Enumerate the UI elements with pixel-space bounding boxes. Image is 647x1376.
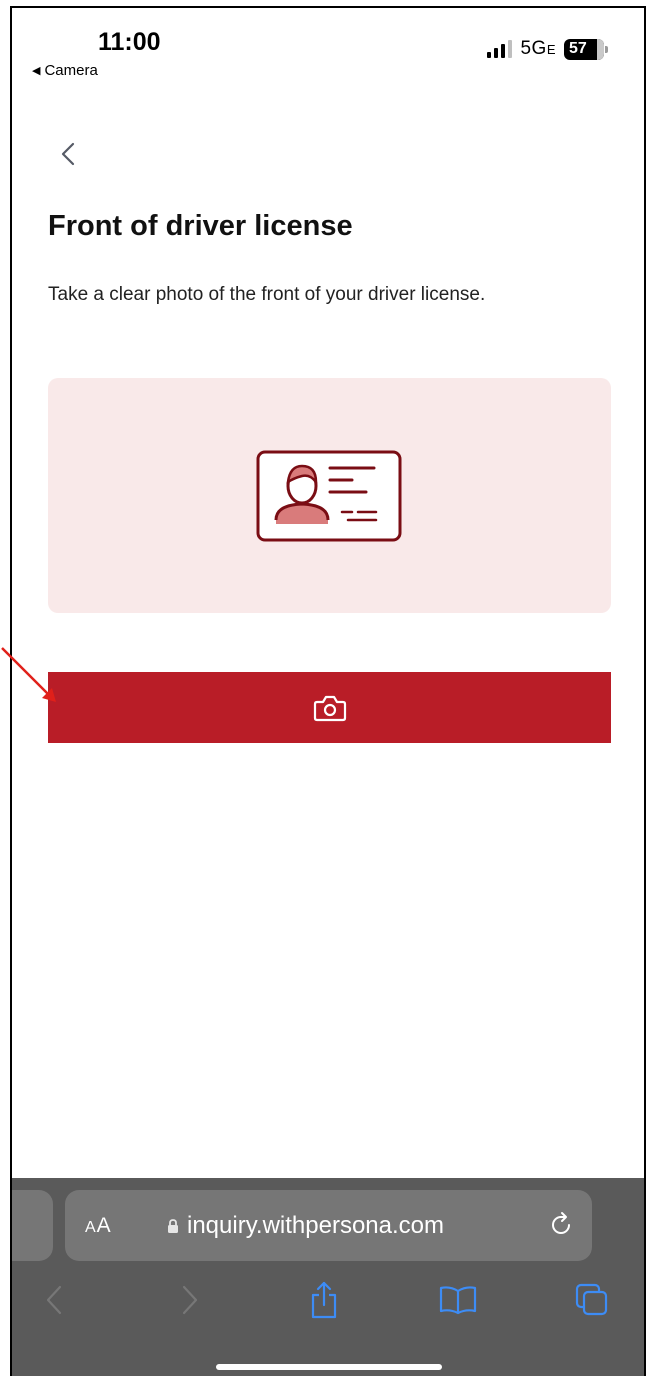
address-bar[interactable]: AA inquiry.withpersona.com: [65, 1190, 592, 1261]
browser-back-button[interactable]: [34, 1278, 74, 1322]
share-button[interactable]: [304, 1278, 344, 1322]
share-icon: [311, 1281, 337, 1319]
reload-icon[interactable]: [546, 1210, 576, 1240]
url-text: inquiry.withpersona.com: [187, 1211, 445, 1239]
browser-chrome: AA inquiry.withpersona.com: [12, 1178, 644, 1376]
page-subtitle: Take a clear photo of the front of your …: [48, 284, 486, 305]
camera-icon: [313, 695, 346, 721]
phone-screen: 11:00 ◀ Camera 5GE 57 Front of driver li…: [10, 6, 646, 1376]
previous-tab-peek[interactable]: [12, 1190, 53, 1261]
back-button[interactable]: [56, 136, 80, 172]
forward-arrow-icon: [182, 1285, 198, 1315]
back-triangle-icon: ◀: [32, 65, 41, 77]
tabs-icon: [575, 1283, 608, 1316]
text-size-button[interactable]: AA: [85, 1214, 112, 1238]
bookmarks-icon: [439, 1286, 477, 1315]
id-card-icon: [256, 450, 402, 542]
lock-icon: [168, 1218, 178, 1233]
home-indicator: [216, 1364, 442, 1370]
network-type: 5GE: [520, 38, 556, 59]
browser-toolbar: [12, 1278, 644, 1328]
page-title: Front of driver license: [48, 210, 353, 242]
status-indicators: 5GE 57: [487, 38, 608, 60]
battery-icon: 57: [564, 38, 608, 60]
annotation-arrow-icon: [1, 647, 56, 702]
take-photo-button[interactable]: [48, 672, 611, 743]
status-time: 11:00: [98, 28, 161, 56]
battery-level: 57: [569, 40, 587, 57]
signal-icon: [487, 40, 513, 58]
back-arrow-icon: [46, 1285, 62, 1315]
bookmarks-button[interactable]: [438, 1278, 478, 1322]
back-app-label: Camera: [44, 62, 98, 79]
back-to-app-link[interactable]: ◀ Camera: [32, 62, 98, 79]
back-chevron-icon: [61, 142, 75, 166]
tabs-button[interactable]: [572, 1278, 612, 1322]
id-illustration-card: [48, 378, 611, 613]
browser-forward-button[interactable]: [170, 1278, 210, 1322]
